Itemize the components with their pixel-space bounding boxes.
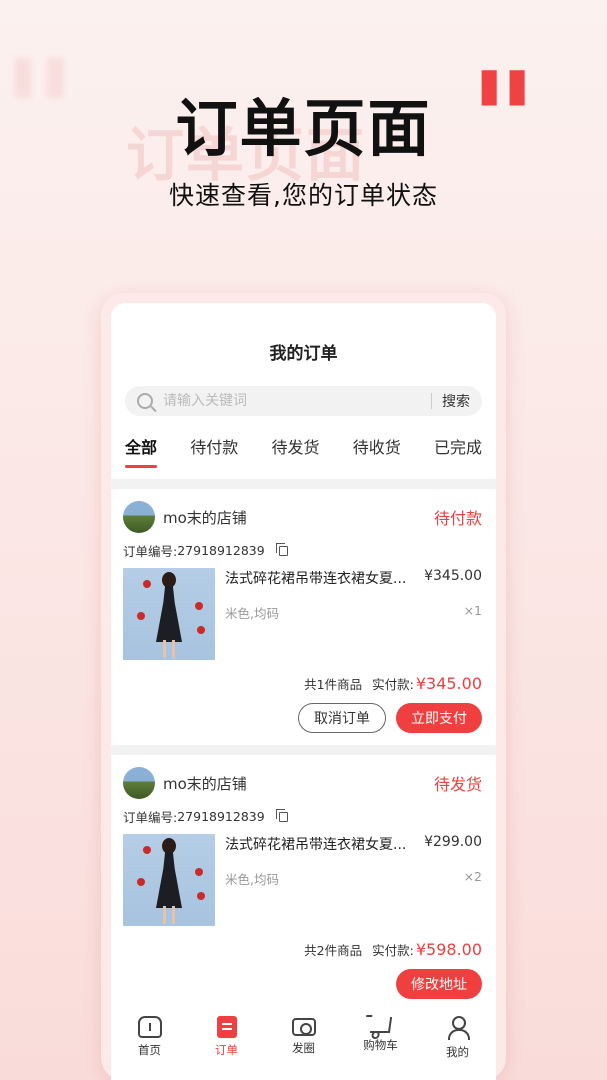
order-number: 订单编号: 27918912839 — [123, 541, 482, 560]
nav-home[interactable]: 首页 — [120, 1016, 180, 1080]
nav-orders[interactable]: 订单 — [197, 1016, 257, 1080]
nav-moments[interactable]: 发圈 — [274, 1016, 334, 1080]
order-actions: 修改地址 — [123, 969, 482, 999]
order-no-label: 订单编号: — [123, 810, 178, 825]
order-total: 共2件商品 实付款: ¥598.00 — [123, 940, 482, 959]
tab-completed[interactable]: 已完成 — [434, 434, 482, 468]
order-tabs: 全部 待付款 待发货 待收货 已完成 — [111, 434, 496, 468]
tab-pending-payment[interactable]: 待付款 — [190, 434, 238, 468]
product-price: ¥345.00 — [424, 568, 482, 584]
order-status: 待发货 — [433, 775, 482, 794]
cart-icon — [369, 1017, 392, 1033]
order-number: 订单编号: 27918912839 — [123, 807, 482, 826]
product-name: 法式碎花裙吊带连衣裙女夏... — [225, 837, 407, 853]
shop-name: mo末的店铺 — [163, 508, 247, 527]
search-bar: 搜索 — [125, 386, 482, 416]
user-icon — [446, 1016, 470, 1040]
order-actions: 取消订单 立即支付 — [123, 703, 482, 733]
order-status: 待付款 — [433, 509, 482, 528]
hero-subtitle: 快速查看,您的订单状态 — [169, 181, 438, 210]
product-price: ¥299.00 — [424, 834, 482, 850]
product-item[interactable]: 法式碎花裙吊带连衣裙女夏... ¥299.00 米色,均码 ×2 — [123, 834, 482, 926]
search-icon — [137, 393, 153, 409]
copy-icon[interactable] — [275, 808, 288, 822]
order-icon — [216, 1016, 237, 1038]
shop-info[interactable]: mo末的店铺 — [123, 501, 247, 533]
product-image — [123, 834, 215, 926]
shop-info[interactable]: mo末的店铺 — [123, 767, 247, 799]
product-name: 法式碎花裙吊带连衣裙女夏... — [225, 571, 407, 587]
app-screen: 我的订单 搜索 全部 待付款 待发货 待收货 已完成 mo末的店铺 — [111, 303, 496, 1080]
order-no-value: 27918912839 — [177, 543, 265, 558]
product-item[interactable]: 法式碎花裙吊带连衣裙女夏... ¥345.00 米色,均码 ×1 — [123, 568, 482, 660]
order-total: 共1件商品 实付款: ¥345.00 — [123, 674, 482, 693]
product-spec: 米色,均码 — [225, 872, 279, 887]
shop-name: mo末的店铺 — [163, 774, 247, 793]
nav-label: 订单 — [215, 1043, 238, 1057]
product-image — [123, 568, 215, 660]
copy-icon[interactable] — [275, 542, 288, 556]
cancel-order-button[interactable]: 取消订单 — [298, 703, 386, 733]
nav-label: 发圈 — [292, 1041, 315, 1055]
search-input[interactable] — [163, 393, 421, 409]
tab-pending-shipment[interactable]: 待发货 — [271, 434, 319, 468]
camera-icon — [291, 1018, 316, 1036]
header-area: 我的订单 搜索 全部 待付款 待发货 待收货 已完成 — [111, 303, 496, 479]
product-quantity: ×2 — [463, 869, 482, 884]
page-title: 我的订单 — [269, 344, 338, 364]
order-no-value: 27918912839 — [177, 809, 265, 824]
shop-avatar — [123, 501, 155, 533]
phone-mockup: 我的订单 搜索 全部 待付款 待发货 待收货 已完成 mo末的店铺 — [101, 293, 506, 1080]
search-divider — [431, 393, 432, 409]
home-icon — [137, 1016, 162, 1038]
search-button[interactable]: 搜索 — [442, 391, 470, 411]
tab-pending-receipt[interactable]: 待收货 — [353, 434, 401, 468]
nav-profile[interactable]: 我的 — [428, 1016, 488, 1080]
nav-label: 首页 — [138, 1043, 161, 1057]
hero-title: 订单页面 — [175, 92, 432, 165]
order-no-label: 订单编号: — [123, 544, 178, 559]
nav-cart[interactable]: 购物车 — [351, 1016, 411, 1080]
tab-all[interactable]: 全部 — [125, 434, 158, 468]
shop-avatar — [123, 767, 155, 799]
paid-label: 实付款: — [372, 677, 414, 692]
nav-label: 购物车 — [363, 1038, 398, 1052]
product-quantity: ×1 — [463, 603, 482, 618]
bottom-nav: 首页 订单 发圈 购物车 我的 — [111, 1008, 496, 1080]
paid-label: 实付款: — [372, 943, 414, 958]
nav-label: 我的 — [446, 1045, 469, 1059]
paid-amount: ¥598.00 — [415, 940, 482, 959]
pay-now-button[interactable]: 立即支付 — [396, 703, 482, 733]
order-card[interactable]: mo末的店铺 待付款 订单编号: 27918912839 法式碎花裙吊带连衣裙女… — [111, 489, 496, 745]
item-count: 共1件商品 — [304, 677, 363, 692]
modify-address-button[interactable]: 修改地址 — [396, 969, 482, 999]
item-count: 共2件商品 — [304, 943, 363, 958]
product-spec: 米色,均码 — [225, 606, 279, 621]
paid-amount: ¥345.00 — [415, 674, 482, 693]
order-card[interactable]: mo末的店铺 待发货 订单编号: 27918912839 法式碎花裙吊带连衣裙女… — [111, 755, 496, 1011]
